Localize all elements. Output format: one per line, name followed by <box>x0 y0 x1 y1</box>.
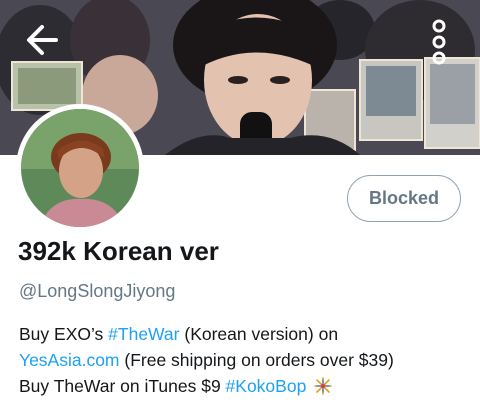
more-options-button[interactable] <box>424 14 454 70</box>
back-button[interactable] <box>22 20 62 60</box>
bio-text: Buy TheWar on iTunes $9 <box>19 376 226 396</box>
sparkle-emoji-icon <box>314 376 333 402</box>
blocked-button[interactable]: Blocked <box>347 175 461 222</box>
bio-line-1: Buy EXO’s #TheWar (Korean version) on <box>19 321 474 347</box>
arrow-left-icon <box>27 25 58 55</box>
hashtag-link[interactable]: #TheWar <box>108 324 179 344</box>
bio-text: Buy EXO’s <box>19 324 109 344</box>
url-link[interactable]: YesAsia.com <box>19 350 120 370</box>
profile-handle: @LongSlongJiyong <box>19 281 176 301</box>
bio-text: (Korean version) on <box>179 324 339 344</box>
bio-line-2: YesAsia.com (Free shipping on orders ove… <box>19 347 474 373</box>
bio-text: (Free shipping on orders over $39) <box>119 350 394 370</box>
profile-display-name: 392k Korean ver <box>18 236 219 266</box>
avatar-image <box>21 109 139 227</box>
profile-avatar[interactable] <box>16 104 144 232</box>
bio-line-3: Buy TheWar on iTunes $9 #KokoBop <box>19 373 474 402</box>
more-vertical-icon <box>432 19 446 65</box>
profile-bio: Buy EXO’s #TheWar (Korean version) on Ye… <box>19 321 474 402</box>
hashtag-link[interactable]: #KokoBop <box>226 376 307 396</box>
